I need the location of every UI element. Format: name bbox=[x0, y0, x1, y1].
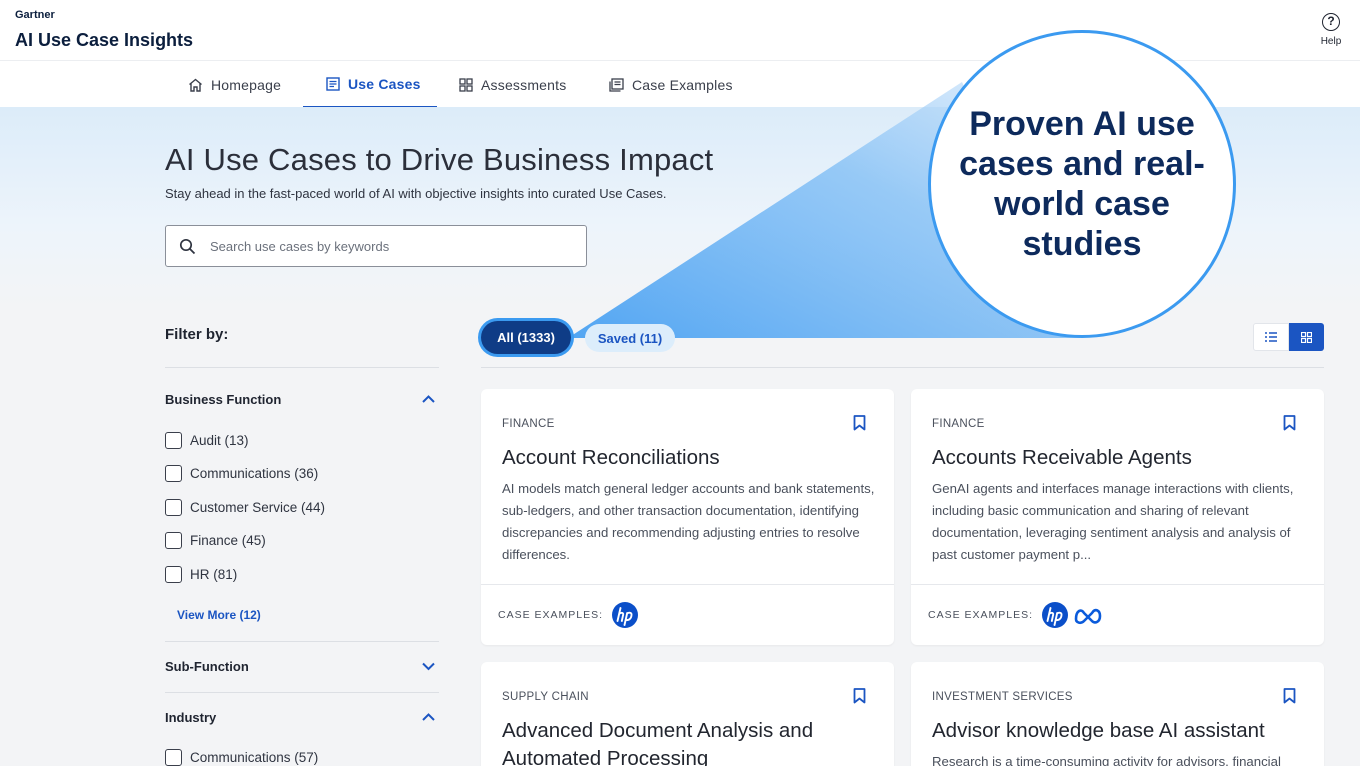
card-description: AI models match general ledger accounts … bbox=[502, 481, 875, 562]
bookmark-icon[interactable] bbox=[853, 688, 866, 704]
card-category: INVESTMENT SERVICES bbox=[932, 691, 1073, 703]
filter-section-industry: Industry bbox=[165, 710, 217, 725]
chevron-down-icon[interactable] bbox=[421, 661, 436, 671]
tab-case-examples[interactable]: Case Examples bbox=[609, 61, 733, 108]
help-button[interactable]: ? Help bbox=[1316, 13, 1346, 47]
card-title[interactable]: Account Reconciliations bbox=[502, 444, 872, 472]
search-box[interactable] bbox=[165, 225, 587, 267]
tab-label: Use Cases bbox=[348, 75, 421, 92]
grid-view-icon bbox=[1301, 331, 1312, 343]
grid-icon bbox=[459, 77, 473, 92]
checkbox-box[interactable] bbox=[165, 432, 182, 449]
chevron-up-icon[interactable] bbox=[421, 394, 436, 404]
card-title[interactable]: Advisor knowledge base AI assistant bbox=[932, 717, 1302, 745]
card-description: Research is a time-consuming activity fo… bbox=[932, 754, 1281, 766]
card-footer: CASE EXAMPLES: bbox=[911, 584, 1324, 645]
callout-text: Proven AI use cases and real-world case … bbox=[959, 105, 1205, 263]
checkbox-finance[interactable]: Finance (45) bbox=[165, 532, 266, 549]
checkbox-label: Communications (36) bbox=[190, 466, 319, 481]
page-subtitle: Stay ahead in the fast-paced world of AI… bbox=[165, 186, 667, 201]
use-case-card[interactable]: FINANCE Account Reconciliations AI model… bbox=[481, 389, 894, 645]
checkbox-label: Communications (57) bbox=[190, 750, 319, 765]
case-examples-label: CASE EXAMPLES: bbox=[498, 609, 604, 621]
home-icon bbox=[189, 78, 202, 92]
card-category: FINANCE bbox=[932, 418, 985, 430]
tab-label: Assessments bbox=[481, 76, 567, 93]
filter-title: Filter by: bbox=[165, 326, 229, 343]
all-filter-pill[interactable]: All (1333) bbox=[481, 321, 571, 354]
divider bbox=[481, 367, 1324, 368]
use-case-card[interactable]: INVESTMENT SERVICES Advisor knowledge ba… bbox=[911, 662, 1324, 766]
case-examples-label: CASE EXAMPLES: bbox=[928, 609, 1034, 621]
card-footer: CASE EXAMPLES: bbox=[481, 584, 894, 645]
tab-label: Homepage bbox=[211, 76, 282, 93]
checkbox-box[interactable] bbox=[165, 566, 182, 583]
card-title[interactable]: Advanced Document Analysis and Automated… bbox=[502, 717, 872, 766]
app-title: AI Use Case Insights bbox=[15, 30, 194, 50]
tab-label: Case Examples bbox=[632, 76, 733, 93]
card-title[interactable]: Accounts Receivable Agents bbox=[932, 444, 1302, 472]
bookmark-icon[interactable] bbox=[853, 415, 866, 431]
bookmark-icon[interactable] bbox=[1283, 415, 1296, 431]
checkbox-customer-service[interactable]: Customer Service (44) bbox=[165, 499, 325, 516]
meta-logo-icon[interactable] bbox=[1073, 605, 1103, 625]
list-doc-icon bbox=[326, 76, 340, 91]
checkbox-box[interactable] bbox=[165, 499, 182, 516]
divider bbox=[165, 367, 439, 368]
checkbox-label: HR (81) bbox=[190, 567, 238, 582]
checkbox-label: Finance (45) bbox=[190, 533, 266, 548]
saved-filter-pill[interactable]: Saved (11) bbox=[585, 324, 675, 352]
help-icon: ? bbox=[1322, 13, 1340, 31]
checkbox-communications[interactable]: Communications (36) bbox=[165, 465, 318, 482]
checkbox-industry-communications[interactable]: Communications (57) bbox=[165, 749, 318, 766]
grid-view-button[interactable] bbox=[1289, 323, 1324, 351]
checkbox-box[interactable] bbox=[165, 749, 182, 766]
bookmark-icon[interactable] bbox=[1283, 688, 1296, 704]
callout-bubble: Proven AI use cases and real-world case … bbox=[928, 30, 1236, 338]
card-category: FINANCE bbox=[502, 418, 555, 430]
card-category: SUPPLY CHAIN bbox=[502, 691, 589, 703]
search-icon bbox=[179, 238, 196, 255]
hp-logo-icon[interactable] bbox=[1041, 601, 1069, 629]
tab-assessments[interactable]: Assessments bbox=[459, 61, 566, 108]
chevron-up-icon[interactable] bbox=[421, 712, 436, 722]
list-view-icon bbox=[1265, 332, 1277, 342]
tab-use-cases[interactable]: Use Cases bbox=[303, 61, 437, 108]
help-label: Help bbox=[1320, 36, 1342, 47]
use-case-card[interactable]: FINANCE Accounts Receivable Agents GenAI… bbox=[911, 389, 1324, 645]
stack-doc-icon bbox=[609, 77, 624, 92]
checkbox-box[interactable] bbox=[165, 532, 182, 549]
checkbox-audit[interactable]: Audit (13) bbox=[165, 432, 249, 449]
filter-section-sub-function: Sub-Function bbox=[165, 659, 249, 674]
tab-homepage[interactable]: Homepage bbox=[188, 61, 281, 108]
view-more-link[interactable]: View More (12) bbox=[177, 608, 261, 622]
use-case-card[interactable]: SUPPLY CHAIN Advanced Document Analysis … bbox=[481, 662, 894, 766]
filter-section-business-function: Business Function bbox=[165, 392, 282, 407]
checkbox-box[interactable] bbox=[165, 465, 182, 482]
brand-logo-text: Gartner bbox=[15, 9, 55, 21]
page-title: AI Use Cases to Drive Business Impact bbox=[165, 142, 714, 177]
divider bbox=[165, 692, 439, 693]
checkbox-label: Audit (13) bbox=[190, 433, 249, 448]
hp-logo-icon[interactable] bbox=[611, 601, 639, 629]
list-view-button[interactable] bbox=[1253, 323, 1289, 351]
checkbox-label: Customer Service (44) bbox=[190, 500, 326, 515]
checkbox-hr[interactable]: HR (81) bbox=[165, 566, 237, 583]
divider bbox=[165, 641, 439, 642]
search-input[interactable] bbox=[210, 226, 570, 266]
card-description: GenAI agents and interfaces manage inter… bbox=[932, 481, 1294, 562]
